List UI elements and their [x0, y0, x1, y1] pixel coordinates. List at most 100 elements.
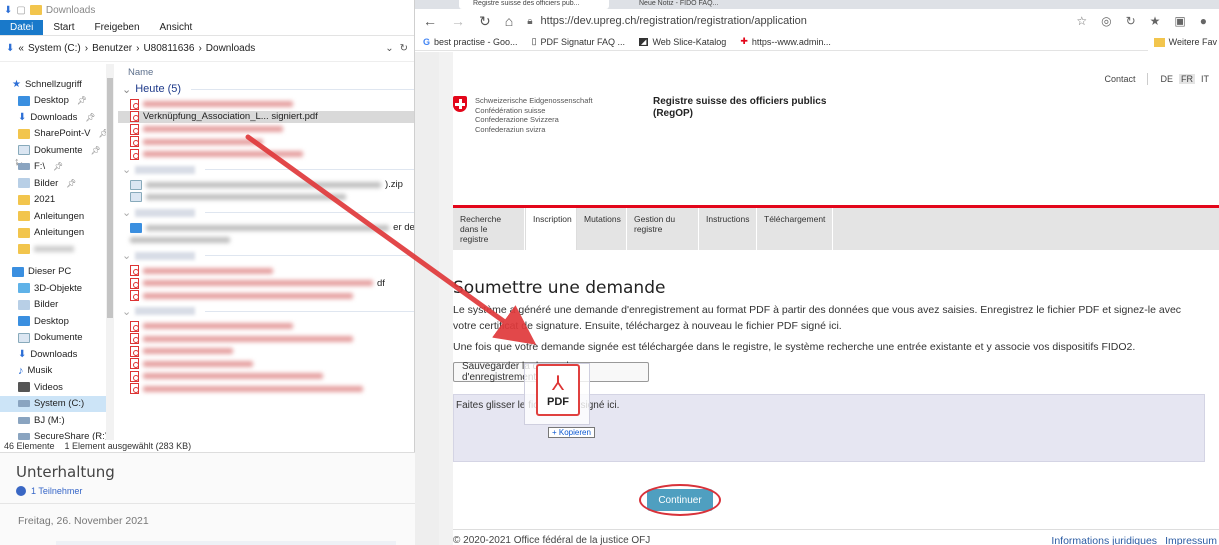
refresh-icon[interactable]: ↻: [400, 43, 408, 54]
lock-icon[interactable]: 🔒︎: [527, 16, 532, 27]
file-row[interactable]: [118, 333, 414, 346]
url-bar[interactable]: 🔒︎ https://dev.upreg.ch/registration/reg…: [527, 11, 1062, 31]
bookmark-item[interactable]: ◢ Web Slice-Katalog: [639, 37, 726, 47]
file-row[interactable]: [118, 383, 414, 396]
ribbon-tab-start[interactable]: Start: [43, 20, 84, 35]
bookmark-item[interactable]: ▯ PDF Signatur FAQ ...: [532, 36, 625, 47]
file-row[interactable]: [118, 123, 414, 136]
other-favorites[interactable]: Weitere Fav: [1147, 33, 1219, 51]
nav-item[interactable]: F:\ 📌︎: [0, 159, 114, 176]
participants-link[interactable]: 1 Teilnehmer: [16, 486, 82, 496]
reload-icon[interactable]: ↻: [479, 13, 491, 30]
nav-item[interactable]: Bilder: [0, 297, 114, 314]
file-row[interactable]: [118, 370, 414, 383]
nav-item[interactable]: SecureShare (R:): [0, 429, 114, 440]
file-row[interactable]: [118, 320, 414, 333]
nav-telechargement[interactable]: Téléchargement: [757, 208, 833, 250]
nav-item[interactable]: BJ (M:): [0, 412, 114, 429]
browser-tab-active[interactable]: Registre suisse des officiers pub...: [459, 0, 609, 9]
pdf-drop-zone[interactable]: Faites glisser le fichier PDF signé ici.…: [453, 363, 1205, 462]
extension-icon[interactable]: ◎: [1101, 14, 1111, 28]
nav-item[interactable]: Desktop 📌︎: [0, 93, 114, 110]
nav-item[interactable]: ⬇ Downloads: [0, 346, 114, 363]
nav-item[interactable]: Dokumente: [0, 330, 114, 347]
group-blurred[interactable]: ⌄: [118, 204, 414, 222]
file-row[interactable]: [118, 265, 414, 278]
legal-info-link[interactable]: Informations juridiques: [1051, 535, 1157, 545]
pin-icon[interactable]: 📌︎: [53, 162, 63, 171]
home-icon[interactable]: ⌂: [505, 13, 513, 29]
nav-item[interactable]: ⬇ Downloads 📌︎: [0, 109, 114, 126]
ribbon-tab-view[interactable]: Ansicht: [150, 20, 203, 35]
bookmark-item[interactable]: Gbest practise - Goo...: [423, 37, 518, 47]
profile-icon[interactable]: ●: [1200, 14, 1207, 28]
file-row[interactable]: er der: [118, 222, 414, 235]
nav-item[interactable]: Dokumente 📌︎: [0, 142, 114, 159]
address-dropdown-icon[interactable]: ⌄: [385, 43, 393, 54]
browser-tab[interactable]: Neue Notiz - FIDO FAQ...: [627, 0, 777, 9]
nav-item[interactable]: 3D-Objekte: [0, 280, 114, 297]
collections-icon[interactable]: ▣: [1174, 14, 1185, 28]
nav-gestion[interactable]: Gestion du registre: [627, 208, 699, 250]
file-row[interactable]: [118, 345, 414, 358]
path-segment-downloads[interactable]: Downloads: [206, 43, 255, 54]
nav-inscription[interactable]: Inscription: [525, 208, 577, 250]
nav-item[interactable]: Anleitungen: [0, 225, 114, 242]
path-segment-user[interactable]: U80811636: [143, 43, 194, 54]
dragged-pdf-file[interactable]: ⅄ PDF: [524, 363, 590, 425]
pin-icon[interactable]: 📌︎: [85, 113, 95, 122]
lang-fr[interactable]: FR: [1179, 74, 1195, 84]
file-row[interactable]: [118, 148, 414, 161]
nav-item[interactable]: Videos: [0, 379, 114, 396]
nav-item[interactable]: System (C:): [0, 395, 114, 412]
pin-icon[interactable]: 📌︎: [91, 146, 101, 155]
ribbon-tab-share[interactable]: Freigeben: [84, 20, 149, 35]
lang-de[interactable]: DE: [1160, 74, 1173, 84]
lang-it[interactable]: IT: [1201, 74, 1209, 84]
file-row[interactable]: [118, 234, 414, 247]
file-row-selected[interactable]: Verknüpfung_Association_L... signiert.pd…: [118, 110, 414, 123]
file-row[interactable]: [118, 98, 414, 111]
nav-item[interactable]: [0, 241, 114, 258]
path-segment-drive[interactable]: System (C:): [28, 43, 81, 54]
column-header-name[interactable]: Name: [118, 64, 414, 80]
properties-icon[interactable]: ▢: [16, 5, 25, 16]
nav-item[interactable]: Dieser PC: [0, 264, 114, 281]
nav-item[interactable]: 2021: [0, 192, 114, 209]
contact-link[interactable]: Contact: [1104, 74, 1135, 84]
file-row[interactable]: df: [118, 277, 414, 290]
pin-icon[interactable]: 📌︎: [77, 96, 87, 105]
group-blurred[interactable]: ⌄: [118, 161, 414, 179]
file-row[interactable]: [118, 191, 414, 204]
group-today[interactable]: ⌄ Heute (5): [118, 80, 414, 98]
path-segment-users[interactable]: Benutzer: [92, 43, 132, 54]
nav-item[interactable]: SharePoint-V 📌︎: [0, 126, 114, 143]
nav-item[interactable]: Desktop: [0, 313, 114, 330]
favorites-icon[interactable]: ★: [1150, 14, 1161, 28]
nav-instructions[interactable]: Instructions: [699, 208, 757, 250]
nav-mutations[interactable]: Mutations: [577, 208, 627, 250]
bookmark-item[interactable]: ✚ https--www.admin...: [740, 36, 831, 47]
group-blurred[interactable]: ⌄: [118, 247, 414, 265]
impressum-link[interactable]: Impressum: [1165, 535, 1217, 545]
nav-item[interactable]: ★ Schnellzugriff: [0, 76, 114, 93]
nav-item[interactable]: Anleitungen: [0, 208, 114, 225]
file-row[interactable]: ).zip: [118, 179, 414, 192]
file-row[interactable]: [118, 136, 414, 149]
pin-icon[interactable]: 📌︎: [66, 179, 76, 188]
refresh-page-icon[interactable]: ↻: [1126, 14, 1136, 28]
address-path[interactable]: ⬇ « System (C:) › Benutzer › U80811636 ›…: [6, 43, 379, 54]
favorite-star-icon[interactable]: ☆: [1076, 14, 1087, 28]
group-blurred[interactable]: ⌄: [118, 302, 414, 320]
navigation-scrollbar[interactable]: [106, 64, 114, 440]
quick-access-toolbar-icon[interactable]: ⬇: [4, 5, 12, 16]
ribbon-tab-file[interactable]: Datei: [0, 20, 44, 35]
forward-arrow-icon[interactable]: →: [451, 13, 465, 29]
back-arrow-icon[interactable]: ←: [423, 13, 437, 29]
file-row[interactable]: [118, 358, 414, 371]
file-row[interactable]: [118, 290, 414, 303]
site-logo[interactable]: Schweizerische Eidgenossenschaft Confédé…: [453, 96, 826, 134]
nav-item[interactable]: ♪ Musik: [0, 363, 114, 380]
scrollbar-thumb[interactable]: [107, 78, 113, 318]
nav-item[interactable]: Bilder 📌︎: [0, 175, 114, 192]
